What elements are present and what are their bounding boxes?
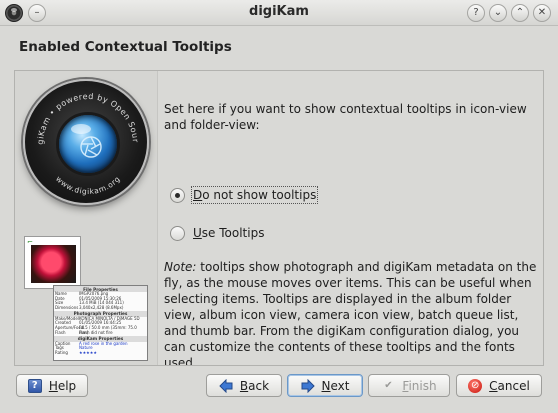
radio-button[interactable] (170, 225, 185, 241)
digikam-lens-logo: digiKam • powered by Open Source www.dig… (23, 79, 149, 205)
minimize-button[interactable]: ⌄ (489, 4, 507, 22)
cancel-button[interactable]: ⊘ Cancel (456, 374, 542, 397)
wizard-page: digiKam • powered by Open Source www.dig… (14, 70, 544, 366)
aperture-icon (80, 136, 102, 158)
logo-panel: digiKam • powered by Open Source www.dig… (15, 71, 158, 365)
next-button[interactable]: Next (287, 374, 363, 397)
radio-button[interactable] (170, 187, 185, 203)
finish-button[interactable]: ✔ Finish (368, 374, 450, 397)
cancel-icon: ⊘ (468, 378, 483, 393)
arrow-right-icon (301, 378, 315, 393)
help-button[interactable]: ? Help (16, 374, 88, 397)
radio-label[interactable]: Do not show tooltips (190, 186, 319, 204)
maximize-button[interactable]: ⌃ (511, 4, 529, 22)
tooltip-row-value: 3,040x2,428 (8.6Mpx) (79, 305, 124, 311)
close-icon: ✕ (537, 7, 547, 18)
chevron-up-icon: ⌃ (515, 7, 525, 18)
logo-ring-bottom: www.digikam.org (54, 174, 121, 196)
radio-use-tooltips[interactable]: Use Tooltips (170, 223, 264, 243)
svg-text:www.digikam.org: www.digikam.org (54, 174, 122, 196)
tooltip-row-key: Flash (55, 329, 66, 335)
context-help-button[interactable]: ? (467, 4, 485, 22)
tooltip-row: Rating ★★★★★ (54, 349, 147, 356)
lens-highlight (71, 124, 91, 134)
tooltip-row-value: ★★★★★ (79, 349, 97, 355)
description-text: Set here if you want to show contextual … (164, 102, 527, 132)
radio-do-not-show-tooltips[interactable]: Do not show tooltips (170, 185, 319, 205)
radio-label[interactable]: Use Tooltips (193, 226, 264, 240)
back-button[interactable]: Back (206, 374, 282, 397)
arrow-left-icon (219, 378, 233, 393)
note-text: Note: tooltips show photograph and digiK… (164, 260, 537, 366)
tooltip-row: Flash Flash did not fire (54, 329, 147, 336)
tooltip-row-value: Flash did not fire (79, 329, 113, 335)
tooltip-row-key: Rating (55, 349, 68, 355)
tooltip-preview: File Properties Name IMGP2076.png Date 01/0… (53, 285, 148, 361)
title-bar: – digiKam ? ⌄ ⌃ ✕ (0, 0, 558, 26)
checkmark-icon: ✔ (384, 380, 393, 391)
page-title: Enabled Contextual Tooltips (19, 39, 232, 55)
thumbnail-image (31, 245, 76, 283)
question-mark-icon: ? (473, 7, 479, 18)
chevron-down-icon: ⌄ (493, 7, 503, 18)
lens-glass (56, 112, 120, 176)
tooltip-row-key: Dimensions (55, 305, 79, 311)
help-icon: ? (27, 378, 42, 393)
thumbnail-preview: ⌐ (24, 236, 81, 289)
tooltip-row: Dimensions 3,040x2,428 (8.6Mpx) (54, 305, 147, 311)
close-button[interactable]: ✕ (533, 4, 551, 22)
